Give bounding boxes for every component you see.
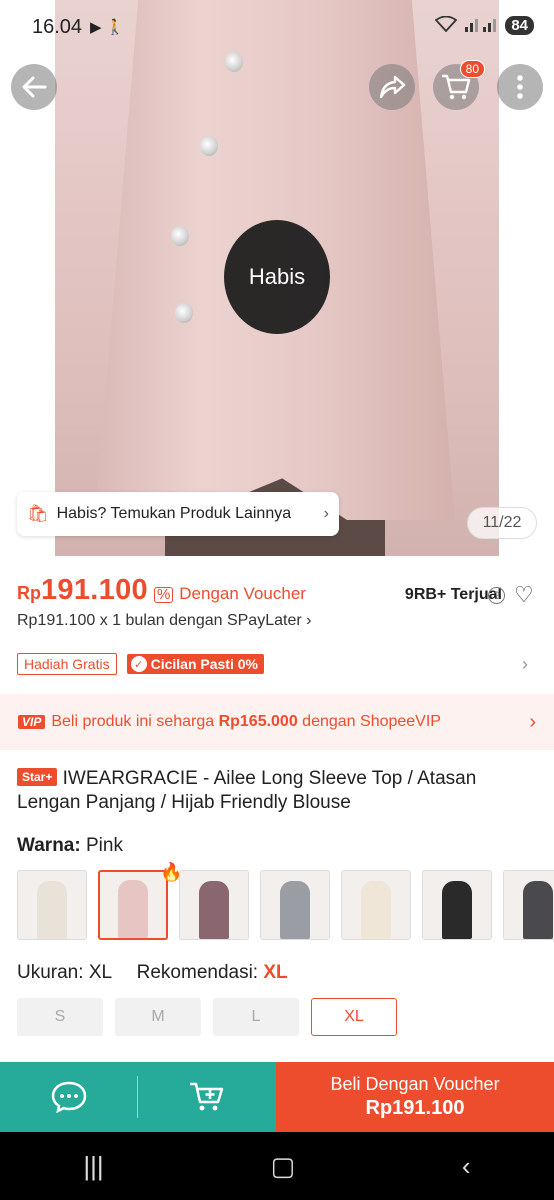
- paylater-text: Rp191.100 x 1 bulan dengan SPayLater: [17, 612, 302, 629]
- variant-thumbnail: [442, 881, 472, 939]
- more-vertical-icon: [517, 75, 523, 99]
- vip-text-before: Beli produk ini seharga: [51, 713, 219, 730]
- paylater-link[interactable]: Rp191.100 x 1 bulan dengan SPayLater ›: [17, 612, 311, 630]
- back-button[interactable]: [11, 64, 57, 110]
- hot-flame-icon: 🔥: [160, 862, 183, 882]
- color-variant-mauve[interactable]: [179, 870, 249, 940]
- favorite-heart-icon[interactable]: ♡: [514, 582, 534, 608]
- product-title: IWEARGRACIE - Ailee Long Sleeve Top / At…: [17, 768, 477, 813]
- size-label: Ukuran:: [17, 962, 84, 983]
- color-variant-black[interactable]: [422, 870, 492, 940]
- recommend-value: XL: [263, 962, 288, 983]
- vip-price: Rp165.000: [218, 713, 298, 730]
- voucher-label: Dengan Voucher: [179, 584, 306, 603]
- arrow-left-icon: [22, 76, 47, 98]
- more-options-button[interactable]: [497, 64, 543, 110]
- promo-tags[interactable]: Hadiah Gratis ✓ Cicilan Pasti 0%: [17, 653, 264, 675]
- system-navigation-bar: ||| ▢ ‹: [0, 1132, 554, 1200]
- add-to-cart-button[interactable]: [138, 1062, 276, 1132]
- color-variant-pink[interactable]: [98, 870, 168, 940]
- color-variant-grey[interactable]: [260, 870, 330, 940]
- shopee-vip-banner[interactable]: VIP Beli produk ini seharga Rp165.000 de…: [0, 694, 554, 750]
- variant-thumbnail: [37, 881, 67, 939]
- share-icon: [379, 75, 406, 99]
- back-nav-icon[interactable]: ‹: [462, 1151, 471, 1182]
- chevron-right-icon[interactable]: ›: [522, 654, 528, 675]
- size-option-l[interactable]: L: [213, 998, 299, 1036]
- chevron-right-icon: ›: [323, 505, 329, 522]
- buy-with-voucher-button[interactable]: Beli Dengan Voucher Rp191.100: [276, 1062, 554, 1132]
- status-time: 16.04: [32, 16, 83, 38]
- price-currency: Rp: [17, 583, 41, 603]
- color-label: Warna:: [17, 835, 81, 856]
- image-counter: 11/22: [467, 507, 537, 539]
- buy-button-label: Beli Dengan Voucher: [330, 1074, 500, 1094]
- size-option-m[interactable]: M: [115, 998, 201, 1036]
- variant-thumbnail: [523, 881, 553, 939]
- chevron-right-icon: ›: [306, 612, 312, 629]
- cart-button[interactable]: 80: [433, 60, 485, 110]
- variant-thumbnail: [199, 881, 229, 939]
- color-value: Pink: [85, 835, 123, 856]
- vip-text: Beli produk ini seharga Rp165.000 dengan…: [51, 713, 441, 731]
- help-icon[interactable]: ?: [488, 587, 505, 604]
- color-variant-ivory[interactable]: [341, 870, 411, 940]
- chat-button[interactable]: [0, 1062, 138, 1132]
- chevron-right-icon: ›: [529, 710, 536, 733]
- signal-icon: [463, 16, 499, 35]
- color-variants: [17, 870, 554, 940]
- add-to-cart-icon: [190, 1082, 224, 1111]
- bottom-action-bar: Beli Dengan Voucher Rp191.100: [0, 1062, 554, 1132]
- shopping-bag-search-icon: 🛍: [27, 504, 49, 523]
- home-icon[interactable]: ▢: [271, 1151, 296, 1182]
- vip-logo: VIP: [18, 715, 46, 729]
- wifi-icon: [434, 15, 458, 35]
- battery-indicator: 84: [505, 16, 534, 35]
- color-selection-label: Warna: Pink: [17, 835, 123, 857]
- buy-button-price: Rp191.100: [365, 1097, 465, 1119]
- share-button[interactable]: [369, 64, 415, 110]
- size-option-xl[interactable]: XL: [311, 998, 397, 1036]
- color-variant-charcoal[interactable]: [503, 870, 554, 940]
- product-title-block: Star+ IWEARGRACIE - Ailee Long Sleeve To…: [17, 767, 537, 815]
- color-variant-cream[interactable]: [17, 870, 87, 940]
- size-option-s[interactable]: S: [17, 998, 103, 1036]
- find-other-products-link[interactable]: 🛍 Habis? Temukan Produk Lainnya ›: [17, 492, 339, 536]
- variant-thumbnail: [118, 880, 148, 938]
- recommend-label: Rekomendasi:: [136, 962, 259, 983]
- vip-text-after: dengan ShopeeVIP: [297, 713, 441, 730]
- recent-apps-icon[interactable]: |||: [83, 1151, 103, 1182]
- status-app-icons: ▶ 🚶: [90, 19, 125, 36]
- variant-thumbnail: [280, 881, 310, 939]
- status-bar: 16.04 ▶ 🚶 84: [0, 0, 554, 56]
- price-value: 191.100: [41, 574, 148, 606]
- size-selection-label: Ukuran: XL Rekomendasi: XL: [17, 962, 288, 984]
- installment-label: Cicilan Pasti 0%: [150, 656, 258, 672]
- star-plus-badge: Star+: [17, 768, 58, 786]
- size-options: S M L XL: [17, 998, 397, 1036]
- chat-icon: [51, 1081, 87, 1114]
- variant-thumbnail: [361, 881, 391, 939]
- sold-out-badge: Habis: [224, 220, 330, 334]
- cart-count-badge: 80: [459, 60, 485, 78]
- size-value: XL: [88, 962, 112, 983]
- free-gift-tag: Hadiah Gratis: [17, 653, 117, 675]
- installment-tag: ✓ Cicilan Pasti 0%: [126, 654, 264, 674]
- check-circle-icon: ✓: [130, 656, 147, 672]
- find-other-products-label: Habis? Temukan Produk Lainnya: [56, 505, 292, 522]
- voucher-icon: %: [153, 587, 174, 603]
